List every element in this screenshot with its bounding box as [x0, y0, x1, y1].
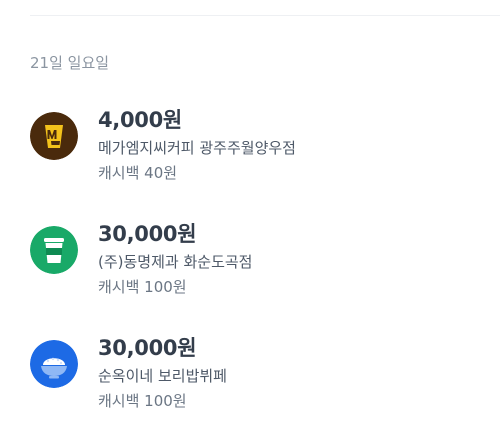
coffee-cup-icon	[30, 226, 78, 274]
date-header: 21일 일요일	[30, 54, 110, 72]
merchant-name: (주)동명제과 화순도곡점	[98, 253, 253, 271]
transaction-item[interactable]: 30,000원 (주)동명제과 화순도곡점 캐시백 100원	[30, 218, 500, 300]
mega-coffee-logo-icon	[30, 112, 78, 160]
transaction-item[interactable]: 4,000원 메가엠지씨커피 광주주월양우점 캐시백 40원	[30, 104, 500, 186]
transaction-amount: 4,000원	[98, 108, 182, 132]
cashback-label: 캐시백 100원	[98, 392, 187, 410]
merchant-name: 순옥이네 보리밥뷔페	[98, 367, 227, 385]
transaction-amount: 30,000원	[98, 222, 197, 246]
transaction-amount: 30,000원	[98, 336, 197, 360]
merchant-name: 메가엠지씨커피 광주주월양우점	[98, 139, 296, 157]
cashback-label: 캐시백 40원	[98, 164, 178, 182]
transaction-item[interactable]: 30,000원 순옥이네 보리밥뷔페 캐시백 100원	[30, 332, 500, 414]
top-divider	[30, 15, 500, 16]
cashback-label: 캐시백 100원	[98, 278, 187, 296]
rice-bowl-icon	[30, 340, 78, 388]
